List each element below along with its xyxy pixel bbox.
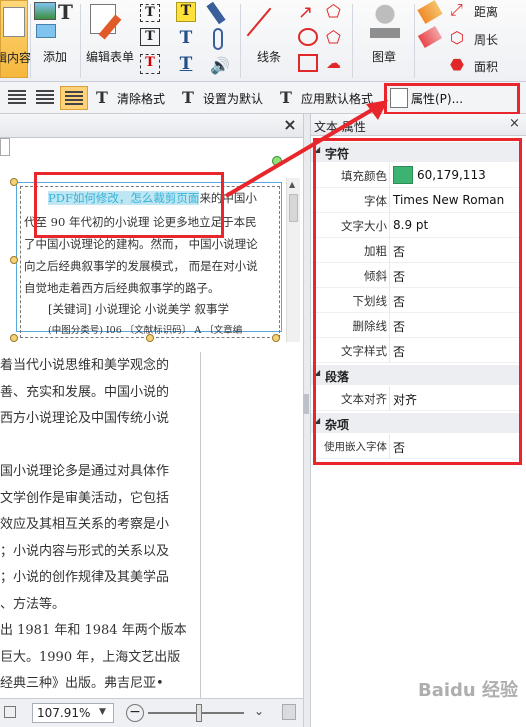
watermark: Baidu 经验 [418, 680, 519, 701]
annotation-arrow [224, 100, 388, 198]
